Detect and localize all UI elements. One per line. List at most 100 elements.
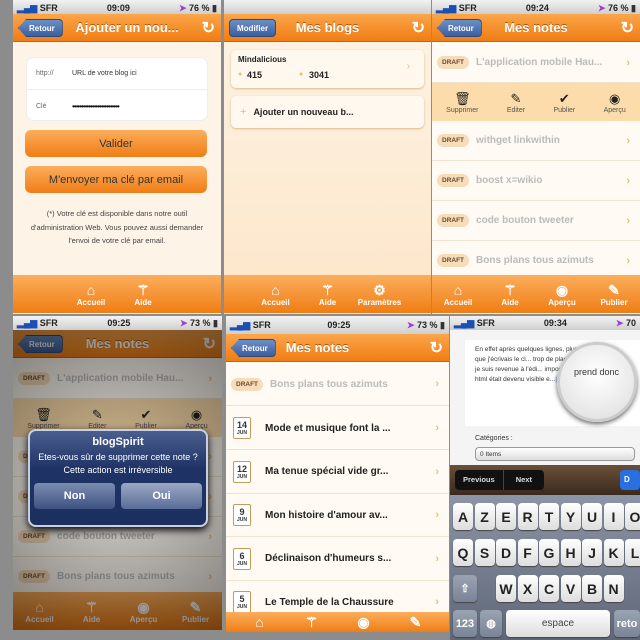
- key-v[interactable]: V: [560, 575, 581, 602]
- done-button[interactable]: D: [620, 470, 640, 490]
- key-g[interactable]: G: [539, 539, 559, 566]
- signal-icon: ▂▄▆: [230, 319, 251, 330]
- post-title: Mode et musique font la ...: [265, 422, 391, 434]
- post-row[interactable]: 9 JUN Mon histoire d'amour av... ›: [226, 494, 449, 537]
- key-l[interactable]: L: [625, 539, 640, 566]
- numbers-key[interactable]: 123: [453, 610, 477, 637]
- edit-button[interactable]: Modifier: [229, 19, 277, 37]
- tab-accueil[interactable]: ⌂Accueil: [67, 275, 115, 313]
- plus-icon: +: [240, 106, 247, 118]
- status-bar: ▂▄▆ SFR 09:25 ➤ 73 % ▮: [13, 316, 222, 330]
- tab-aide[interactable]: ⚚Aide: [304, 275, 352, 313]
- key-w[interactable]: W: [496, 575, 516, 602]
- my-blogs-screen: Modifier Mes blogs ↻ Mindalicious ● 415 …: [224, 0, 431, 314]
- key-t[interactable]: T: [539, 503, 559, 530]
- send-key-button[interactable]: M'envoyer ma clé par email: [25, 166, 207, 193]
- tab-accueil[interactable]: ⌂Accueil: [434, 275, 482, 313]
- tab-aperçu[interactable]: ◉Aperçu: [538, 275, 586, 313]
- refresh-icon[interactable]: ↻: [202, 18, 215, 38]
- refresh-icon[interactable]: ↻: [430, 338, 443, 358]
- location-icon: ➤: [597, 3, 606, 13]
- home-icon[interactable]: ⌂: [236, 612, 284, 632]
- calendar-icon: 9 JUN: [233, 504, 251, 526]
- key-i[interactable]: I: [603, 503, 624, 530]
- back-button[interactable]: Retour: [231, 339, 276, 357]
- confirm-button[interactable]: Oui: [121, 483, 202, 509]
- key-k[interactable]: K: [603, 539, 624, 566]
- battery-icon: ▮: [440, 319, 445, 330]
- note-row[interactable]: DRAFT L'application mobile Hau... ›: [432, 43, 640, 83]
- note-row[interactable]: DRAFT code bouton tweeter ›: [432, 201, 640, 241]
- key-c[interactable]: C: [539, 575, 559, 602]
- aperçu-button[interactable]: ◉Aperçu: [604, 91, 626, 114]
- eye-icon[interactable]: ◉: [340, 612, 388, 632]
- key-r[interactable]: R: [517, 503, 538, 530]
- check-icon: ✔: [558, 90, 570, 106]
- page-title: Mes notes: [504, 20, 568, 35]
- back-button[interactable]: Retour: [437, 19, 482, 37]
- add-blog-item[interactable]: + Ajouter un nouveau b...: [231, 96, 424, 128]
- key-y[interactable]: Y: [560, 503, 581, 530]
- draft-badge: DRAFT: [437, 174, 470, 187]
- tab-accueil[interactable]: ⌂Accueil: [252, 275, 300, 313]
- back-button[interactable]: Retour: [18, 19, 63, 37]
- key-j[interactable]: J: [582, 539, 602, 566]
- note-row[interactable]: DRAFT Bons plans tous azimuts ›: [226, 363, 449, 406]
- key-f[interactable]: F: [517, 539, 538, 566]
- key-input[interactable]: ••••••••••••••••••••••••••: [72, 102, 120, 111]
- shift-key[interactable]: ⇧: [453, 575, 477, 602]
- nav-bar: Retour Mes notes ↻: [432, 14, 640, 42]
- editer-button[interactable]: ✎Editer: [507, 91, 525, 114]
- tab-label: Aide: [134, 297, 152, 307]
- key-n[interactable]: N: [603, 575, 624, 602]
- key-z[interactable]: Z: [474, 503, 495, 530]
- battery-icon: ▮: [631, 3, 636, 13]
- tab-aide[interactable]: ⚚Aide: [486, 275, 534, 313]
- return-key[interactable]: reto: [614, 610, 640, 637]
- key-e[interactable]: E: [496, 503, 516, 530]
- pencil-icon[interactable]: ✎: [392, 612, 440, 632]
- categories-select[interactable]: 0 Items: [475, 447, 635, 461]
- post-row[interactable]: 12 JUN Ma tenue spécial vide gr... ›: [226, 450, 449, 494]
- key-x[interactable]: X: [517, 575, 538, 602]
- post-month: JUN: [236, 560, 247, 567]
- note-actions: 🗑Supprimer ✎Editer ✔Publier ◉Aperçu: [432, 83, 640, 121]
- note-row[interactable]: DRAFT withget linkwithin ›: [432, 121, 640, 161]
- key-b[interactable]: B: [582, 575, 602, 602]
- key-a[interactable]: A: [453, 503, 473, 530]
- post-row[interactable]: 14 JUN Mode et musique font la ... ›: [226, 407, 449, 450]
- tab-paramètres[interactable]: ⚙ Paramètres: [356, 275, 404, 313]
- magic-wand-icon[interactable]: ⚚: [288, 612, 336, 632]
- battery-level: 73 %: [190, 317, 211, 328]
- note-title: Bons plans tous azimuts: [476, 255, 594, 266]
- blog-item[interactable]: Mindalicious ● 415 ● 3041 ›: [231, 50, 424, 88]
- globe-icon[interactable]: ◍: [480, 610, 502, 637]
- key-o[interactable]: O: [625, 503, 640, 530]
- cancel-button[interactable]: Non: [34, 483, 115, 509]
- refresh-icon[interactable]: ↻: [621, 18, 634, 38]
- validate-button[interactable]: Valider: [25, 130, 207, 157]
- refresh-icon[interactable]: ↻: [412, 18, 425, 38]
- next-button[interactable]: Next: [504, 470, 544, 490]
- signal-icon: ▂▄▆: [436, 3, 457, 13]
- key-h[interactable]: H: [560, 539, 581, 566]
- chevron-right-icon: ›: [435, 552, 439, 565]
- tab-aide[interactable]: ⚚Aide: [119, 275, 167, 313]
- url-input[interactable]: URL de votre blog ici: [72, 70, 137, 77]
- post-title: Ma tenue spécial vide gr...: [265, 466, 389, 477]
- action-label: Publier: [553, 106, 576, 114]
- previous-button[interactable]: Previous: [455, 470, 504, 490]
- key-d[interactable]: D: [496, 539, 516, 566]
- publier-button[interactable]: ✔Publier: [553, 91, 575, 114]
- supprimer-button[interactable]: 🗑Supprimer: [446, 91, 478, 114]
- clock: 09:09: [106, 3, 130, 13]
- space-key[interactable]: espace: [506, 610, 610, 637]
- post-row[interactable]: 6 JUN Déclinaison d'humeurs s... ›: [226, 537, 449, 581]
- battery-level: 76 %: [189, 3, 210, 13]
- key-q[interactable]: Q: [453, 539, 473, 566]
- note-row[interactable]: DRAFT boost x=wikio ›: [432, 161, 640, 201]
- key-u[interactable]: U: [582, 503, 602, 530]
- key-s[interactable]: S: [474, 539, 495, 566]
- tab-publier[interactable]: ✎Publier: [590, 275, 638, 313]
- post-title: Le Temple de la Chaussure: [265, 596, 394, 608]
